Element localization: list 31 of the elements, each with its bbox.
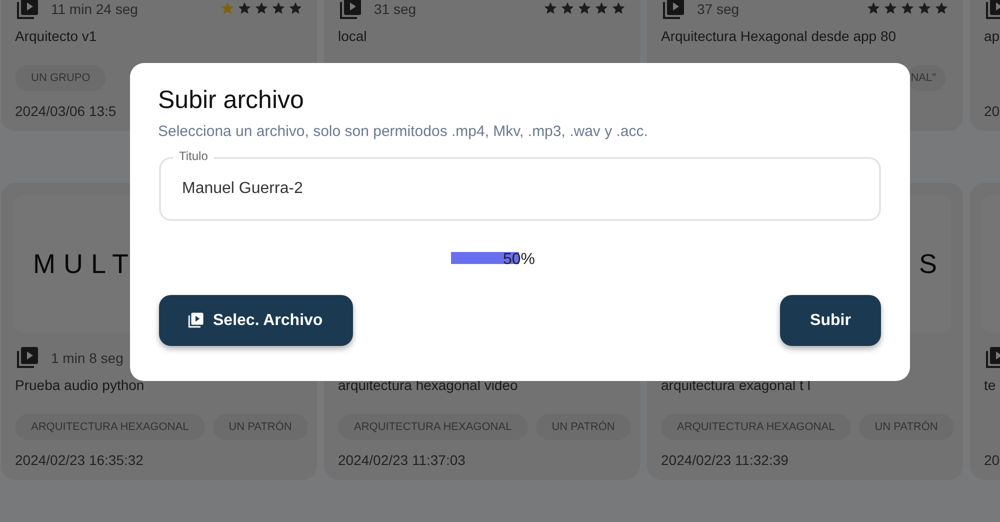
- thumbnail-text: MULT: [33, 248, 136, 280]
- date-text: 20: [984, 452, 1000, 468]
- tag-chip: NAL": [906, 65, 946, 91]
- date-text: 2024/02/23 11:37:03: [338, 452, 466, 468]
- duration: 1 min 8 seg: [51, 350, 124, 366]
- tag-chip: UN PATRÓN: [536, 414, 631, 440]
- field-label: Titulo: [173, 149, 214, 163]
- thumbnail-text: S: [918, 248, 937, 280]
- media-title: Prueba audio python: [15, 377, 144, 393]
- duration: 37 seg: [697, 0, 740, 16]
- media-title: ap: [984, 28, 1000, 44]
- date-text: 2024/02/23 11:32:39: [661, 452, 788, 468]
- tag-chip: UN PATRÓN: [858, 414, 954, 440]
- dialog-title: Subir archivo: [158, 85, 304, 115]
- media-title: Arquitectura Hexagonal desde app 80: [661, 28, 896, 44]
- media-title: te: [984, 377, 996, 393]
- media-title: local: [338, 28, 367, 44]
- date-text: 2024/02/23 16:35:32: [15, 452, 144, 468]
- tag-chip: ARQUITECTURA HEXAGONAL: [338, 414, 528, 440]
- dialog-subtitle: Selecciona un archivo, solo son permitodos .mp4, Mkv, .mp3, .wav y .acc.: [158, 122, 648, 142]
- media-title: Arquitecto v1: [15, 28, 97, 44]
- duration: 11 min 24 seg: [51, 0, 138, 16]
- duration: 31 seg: [374, 0, 416, 16]
- progress-text: 50%: [502, 254, 536, 266]
- tag-chip: ARQUITECTURA HEXAGONAL: [15, 414, 205, 440]
- date-text: 20: [984, 103, 1000, 119]
- tag-chip: ARQUITECTURA HEXAGONAL: [661, 414, 851, 440]
- media-title: arquitectura hexagonal video: [338, 377, 518, 393]
- date-text: 2024/03/06 13:5: [15, 103, 116, 119]
- tag-chip: UN PATRÓN: [212, 414, 308, 440]
- tag-chip: UN GRUPO: [15, 65, 106, 91]
